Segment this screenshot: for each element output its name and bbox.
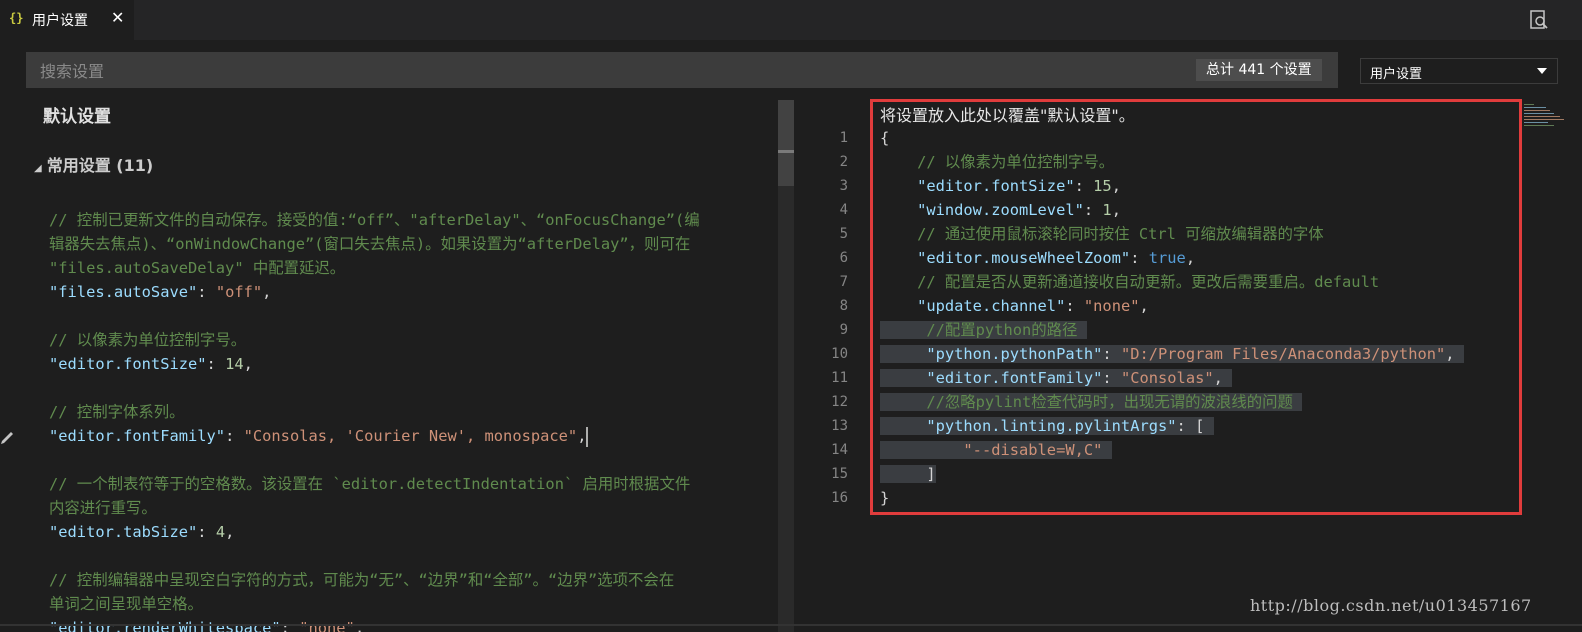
- settings-group-header[interactable]: ◢ 常用设置 (11): [34, 152, 153, 176]
- line-number: 9: [839, 322, 848, 338]
- code-token: 内容进行重写。: [49, 499, 157, 517]
- line-number: 7: [839, 274, 848, 290]
- code-token: :: [197, 283, 216, 301]
- code-token: "editor.fontFamily": [49, 427, 226, 445]
- code-line: 内容进行重写。: [49, 496, 774, 520]
- code-token: ,: [577, 427, 587, 445]
- line-number: 1: [839, 130, 848, 146]
- code-token: 单词之间呈现单空格。: [49, 595, 203, 613]
- code-token: :: [197, 523, 216, 541]
- code-line: // 一个制表符等于的空格数。该设置在 `editor.detectIndent…: [49, 472, 774, 496]
- chevron-down-icon: [1537, 68, 1547, 74]
- settings-scope-select[interactable]: 用户设置: [1360, 58, 1558, 84]
- code-token: "Consolas, 'Courier New', monospace": [243, 427, 578, 445]
- code-token: ,: [225, 523, 235, 541]
- line-number: 4: [839, 202, 848, 218]
- code-line: "files.autoSave": "off",: [49, 280, 774, 304]
- scrollbar-marker: [778, 150, 794, 153]
- json-icon: {}: [9, 11, 24, 25]
- code-token: "files.autoSaveDelay" 中配置延迟。: [49, 259, 346, 277]
- line-number: 3: [839, 178, 848, 194]
- scope-select-label: 用户设置: [1370, 67, 1423, 82]
- line-number: 12: [831, 394, 848, 410]
- watermark: http://blog.csdn.net/u013457167: [1250, 596, 1532, 615]
- line-number: 16: [831, 490, 848, 506]
- code-line: "editor.tabSize": 4,: [49, 520, 774, 544]
- code-line: // 以像素为单位控制字号。: [49, 328, 774, 352]
- search-document-icon[interactable]: [1528, 9, 1550, 31]
- bottom-border: [0, 624, 1582, 626]
- code-line: // 控制已更新文件的自动保存。接受的值:“off”、"afterDelay"、…: [49, 208, 774, 232]
- close-icon[interactable]: ✕: [111, 8, 124, 27]
- line-number: 5: [839, 226, 848, 242]
- line-number: 10: [831, 346, 848, 362]
- pane-title: 默认设置: [43, 107, 111, 127]
- pencil-icon: [1, 432, 13, 444]
- default-settings-editor[interactable]: // 控制已更新文件的自动保存。接受的值:“off”、"afterDelay"、…: [49, 208, 774, 632]
- code-token: // 控制已更新文件的自动保存。接受的值:“off”、"afterDelay"、…: [49, 211, 700, 229]
- code-token: // 控制字体系列。: [49, 403, 185, 421]
- line-number: 11: [831, 370, 848, 386]
- code-token: ,: [262, 283, 272, 301]
- line-number: 15: [831, 466, 848, 482]
- code-token: // 以像素为单位控制字号。: [49, 331, 247, 349]
- search-input[interactable]: [38, 58, 1142, 84]
- scrollbar-thumb[interactable]: [778, 100, 794, 186]
- line-number: 2: [839, 154, 848, 170]
- group-title-label: 常用设置 (11): [46, 156, 154, 175]
- minimap[interactable]: [1524, 102, 1568, 132]
- code-token: // 控制编辑器中呈现空白字符的方式，可能为“无”、“边界”和“全部”。“边界”…: [49, 571, 675, 589]
- line-number: 14: [831, 442, 848, 458]
- code-line: "files.autoSaveDelay" 中配置延迟。: [49, 256, 774, 280]
- line-number: 6: [839, 250, 848, 266]
- default-settings-pane: 默认设置 ◢ 常用设置 (11) // 控制已更新文件的自动保存。接受的值:“of…: [0, 98, 794, 632]
- text-cursor: [586, 426, 589, 447]
- search-box: 总计 441 个设置: [26, 52, 1338, 88]
- code-line: // 控制编辑器中呈现空白字符的方式，可能为“无”、“边界”和“全部”。“边界”…: [49, 568, 774, 592]
- highlight-box: [870, 99, 1522, 515]
- code-token: ,: [243, 355, 253, 373]
- code-line: "editor.fontFamily": "Consolas, 'Courier…: [49, 424, 774, 448]
- code-token: :: [225, 427, 244, 445]
- code-token: 辑器失去焦点)、“onWindowChange”(窗口失去焦点)。如果设置为“a…: [49, 235, 691, 253]
- code-token: 14: [225, 355, 244, 373]
- tab-label: 用户设置: [32, 13, 88, 29]
- code-line: 单词之间呈现单空格。: [49, 592, 774, 616]
- line-number: 8: [839, 298, 848, 314]
- line-number: 13: [831, 418, 848, 434]
- code-token: // 一个制表符等于的空格数。该设置在 `editor.detectIndent…: [49, 475, 691, 493]
- code-token: "files.autoSave": [49, 283, 198, 301]
- collapse-triangle-icon: ◢: [34, 163, 42, 174]
- tab-user-settings[interactable]: {} 用户设置 ✕: [0, 0, 134, 40]
- tab-bar: {} 用户设置 ✕: [0, 0, 1582, 40]
- code-token: :: [206, 355, 226, 373]
- code-line: 辑器失去焦点)、“onWindowChange”(窗口失去焦点)。如果设置为“a…: [49, 232, 774, 256]
- code-line: "editor.fontSize": 14,: [49, 352, 774, 376]
- line-number-gutter: 1 2 3 4 5 6 7 8 9 10 11 12 13 14 15 16: [816, 126, 848, 510]
- settings-count-badge: 总计 441 个设置: [1196, 59, 1322, 81]
- code-line: // 控制字体系列。: [49, 400, 774, 424]
- code-token: 4: [215, 523, 226, 541]
- code-token: "editor.tabSize": [49, 523, 198, 541]
- code-token: "off": [215, 283, 263, 301]
- code-token: "editor.fontSize": [49, 355, 207, 373]
